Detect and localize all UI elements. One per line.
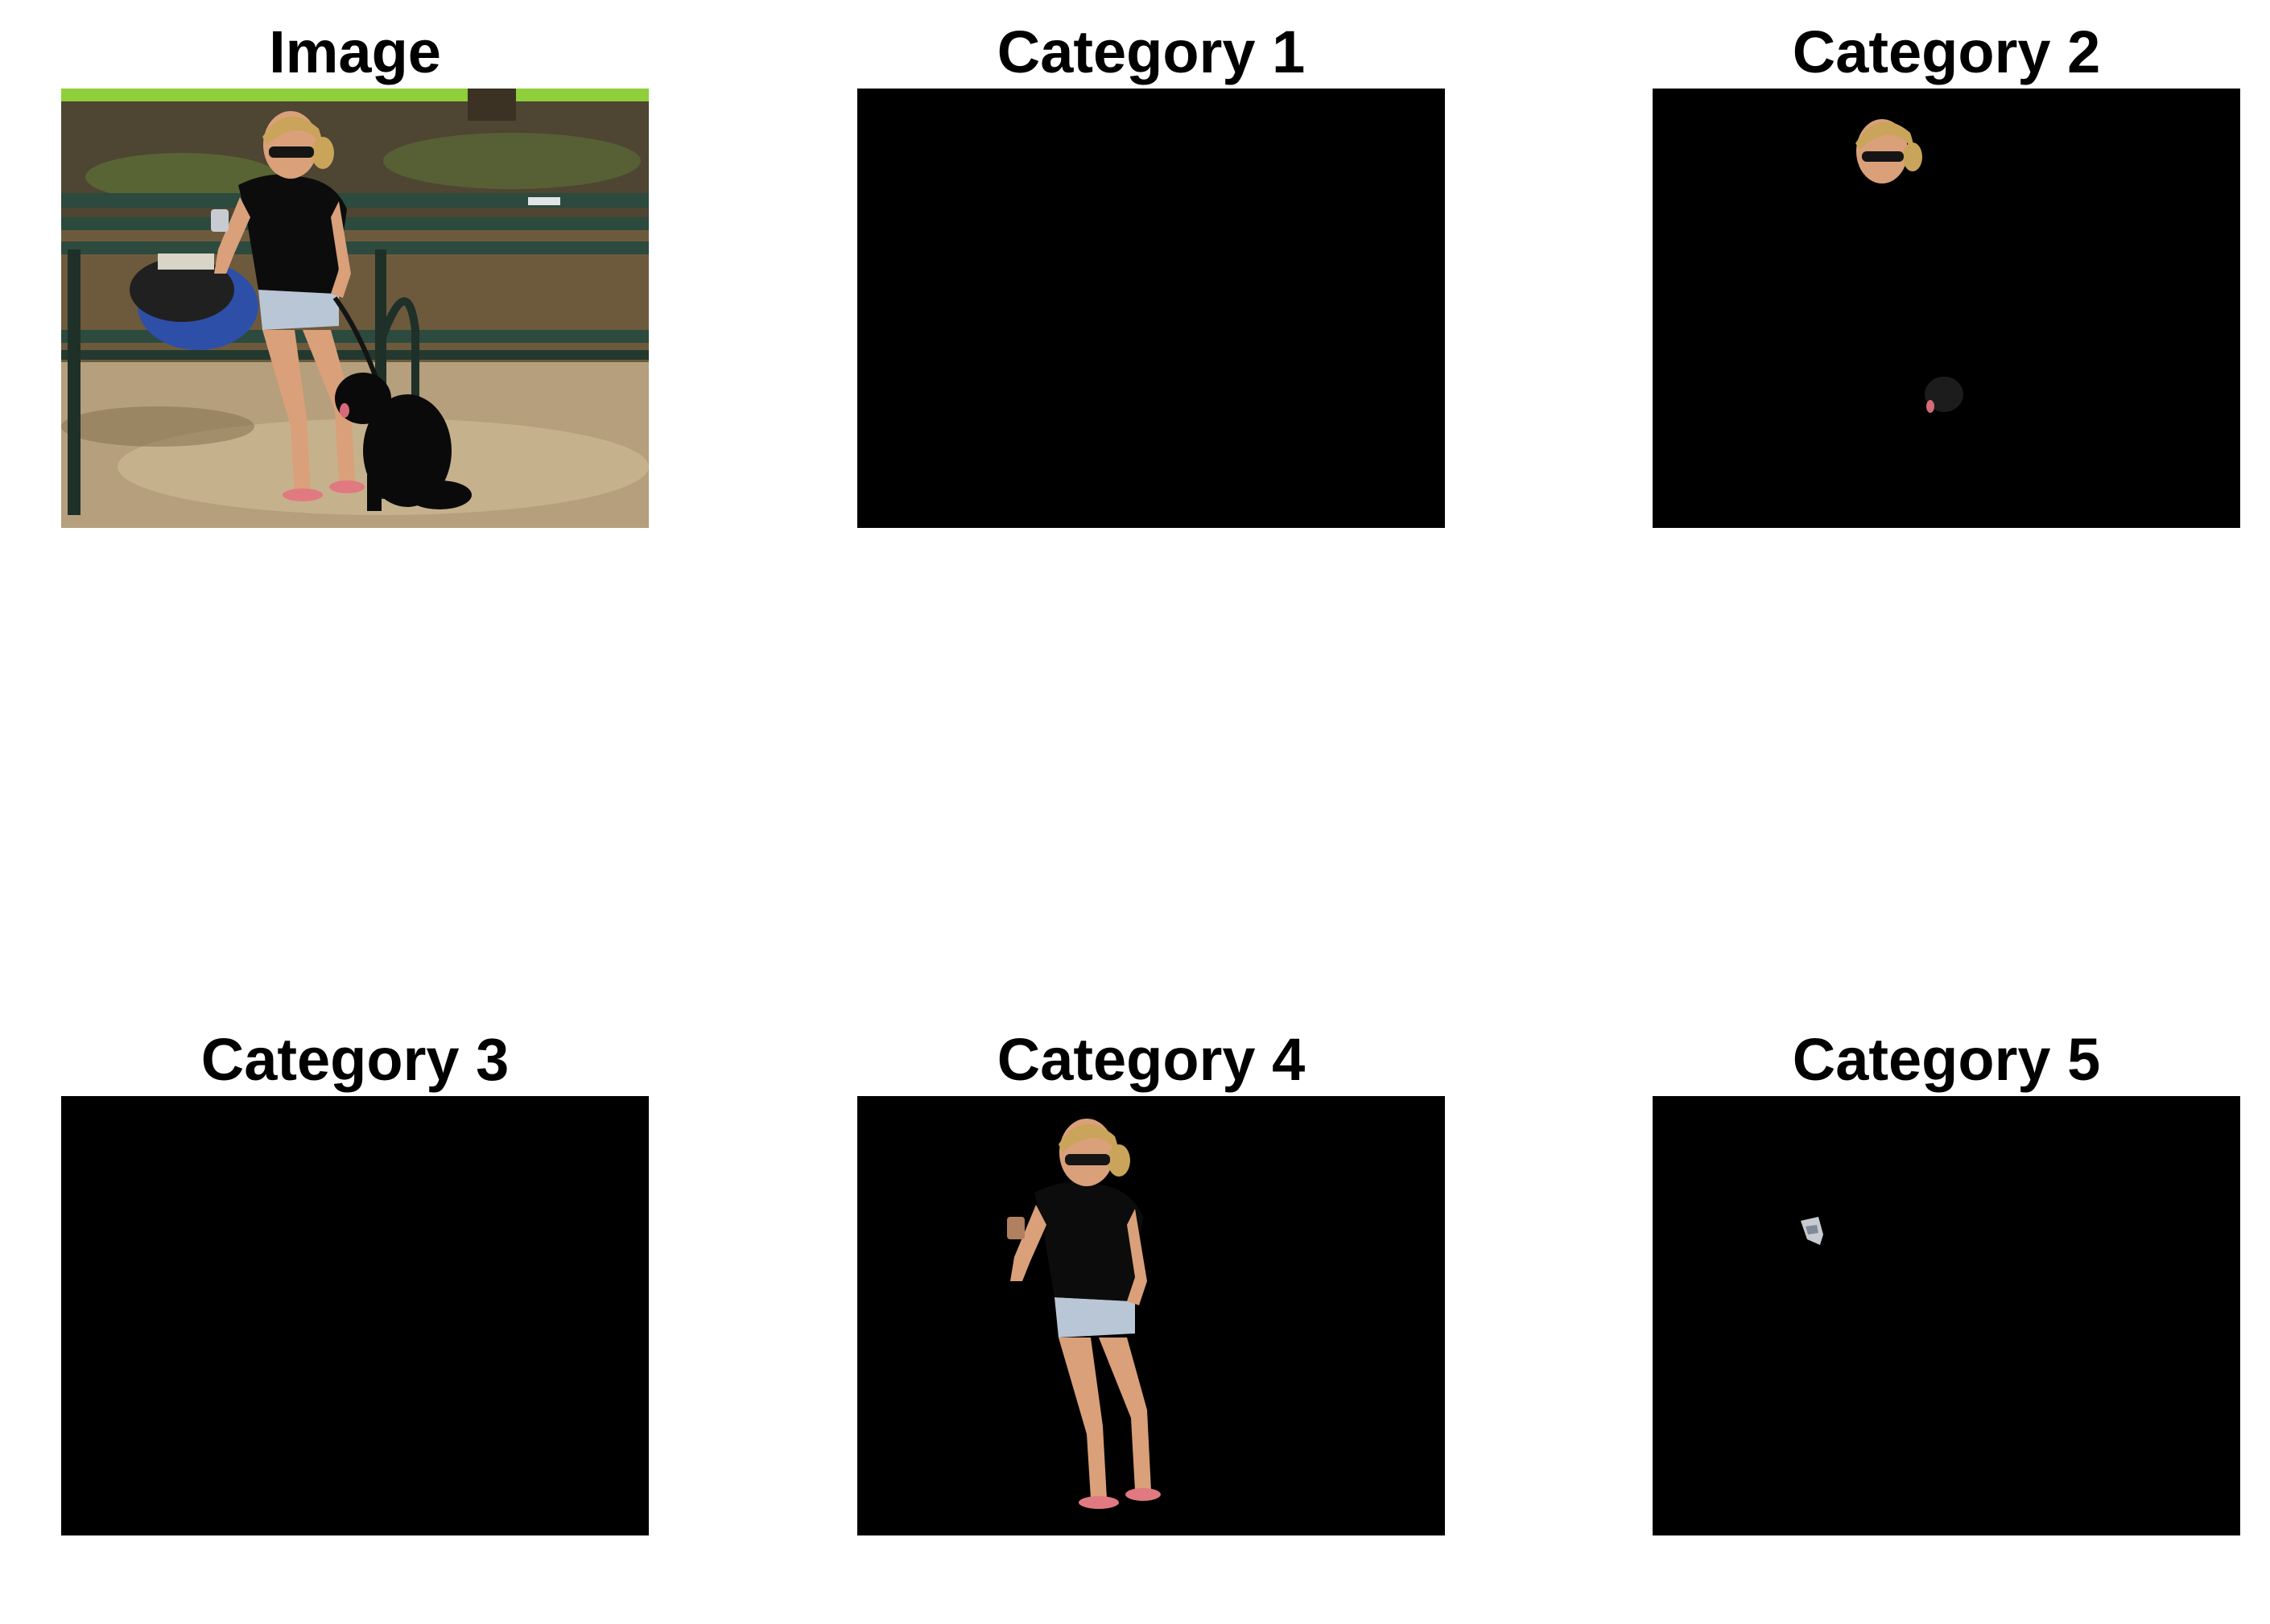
- park-bench-photo: [61, 89, 649, 528]
- panel-title: Category 2: [1792, 19, 2101, 85]
- panel-title: Category 1: [997, 19, 1306, 85]
- panel-title: Image: [269, 19, 441, 85]
- mask-image: [1653, 1096, 2240, 1535]
- original-photo: [61, 89, 649, 528]
- mask-image: [857, 1096, 1445, 1535]
- panel-title: Category 4: [997, 1026, 1306, 1093]
- mask-image: [857, 89, 1445, 528]
- head-segment: [1855, 119, 1963, 413]
- panel-title: Category 3: [200, 1026, 510, 1093]
- phone-segment: [1801, 1217, 1823, 1245]
- person-segment: [1007, 1119, 1161, 1509]
- mask-image: [61, 1096, 649, 1535]
- mask-image: [1653, 89, 2240, 528]
- panel-title: Category 5: [1792, 1026, 2101, 1093]
